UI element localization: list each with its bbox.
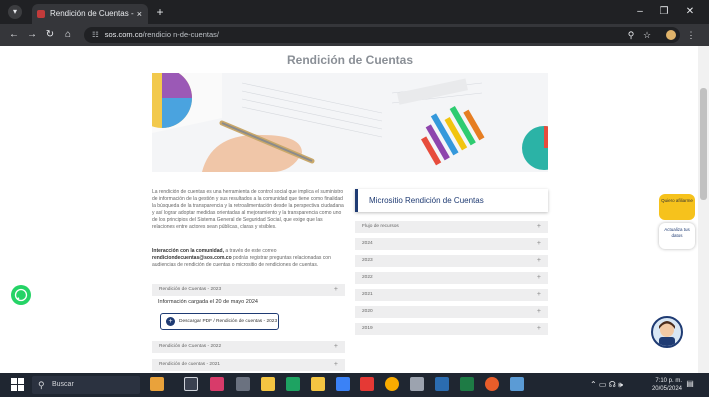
- accordion-label: 2022: [362, 275, 373, 280]
- taskbar-search[interactable]: ⚲ Buscar: [32, 376, 140, 394]
- accordion-label: 2023: [362, 258, 373, 263]
- accordion-label: Rendición de Cuentas - 2023: [159, 287, 222, 292]
- accordion-label: 2020: [362, 309, 373, 314]
- new-tab-button[interactable]: +: [152, 4, 168, 20]
- maximize-button[interactable]: ❐: [654, 4, 674, 20]
- address-bar[interactable]: ☷ sos.com.co/rendicio n-de-cuentas/: [84, 27, 680, 43]
- expand-plus-icon: +: [536, 257, 541, 264]
- taskbar-word-icon[interactable]: [435, 377, 449, 391]
- taskbar-app-icon[interactable]: [510, 377, 524, 391]
- chatbot-avatar[interactable]: [651, 316, 683, 348]
- accordion-rendicion-2023[interactable]: Rendición de Cuentas - 2023 +: [152, 284, 345, 296]
- favicon-icon: [37, 10, 45, 18]
- more-menu-icon[interactable]: ⋮: [684, 27, 698, 43]
- taskbar-excel-icon[interactable]: [460, 377, 474, 391]
- taskbar-chrome-icon[interactable]: [385, 377, 399, 391]
- accordion-label: Flujo de recursos: [362, 224, 399, 229]
- taskbar-task-view-icon[interactable]: [184, 377, 198, 391]
- expand-plus-icon: +: [536, 223, 541, 230]
- windows-logo-icon: [11, 378, 24, 391]
- notifications-icon[interactable]: ▤: [683, 377, 697, 391]
- taskbar-file-explorer-icon[interactable]: [261, 377, 275, 391]
- taskbar-app-icon[interactable]: [485, 377, 499, 391]
- accordion-label: Rendición de Cuentas - 2022: [159, 344, 222, 349]
- accordion-2024[interactable]: 2024 +: [355, 238, 548, 250]
- interaction-heading: Interacción con la comunidad,: [152, 248, 224, 254]
- forward-icon[interactable]: →: [24, 27, 40, 43]
- scrollbar-thumb[interactable]: [700, 88, 707, 200]
- interaction-text: a través de este correo: [223, 248, 277, 254]
- expand-plus-icon: +: [536, 240, 541, 247]
- expand-plus-icon: +: [333, 286, 338, 293]
- contact-email-link[interactable]: rendiciondecuentas@sos.com.co: [152, 255, 232, 261]
- taskbar-app-icon[interactable]: [210, 377, 224, 391]
- taskbar-app-widgets-icon[interactable]: [150, 377, 164, 391]
- accordion-label: Rendición de cuentas - 2021: [159, 362, 221, 367]
- interaction-paragraph: Interacción con la comunidad, a través d…: [152, 248, 344, 269]
- hero-image: [152, 73, 548, 172]
- accordion-rendicion-2021[interactable]: Rendición de cuentas - 2021 +: [152, 359, 345, 371]
- search-icon: ⚲: [38, 380, 45, 390]
- accordion-2020[interactable]: 2020 +: [355, 306, 548, 318]
- download-plus-icon: +: [166, 317, 175, 326]
- system-tray[interactable]: ⌃ ▭ ☊ 🕪 7:10 p. m. 20/05/2024: [590, 377, 682, 393]
- expand-plus-icon: +: [536, 325, 541, 332]
- expand-plus-icon: +: [536, 291, 541, 298]
- taskbar-app-icon[interactable]: [311, 377, 325, 391]
- taskbar-app-icon[interactable]: [410, 377, 424, 391]
- expand-plus-icon: +: [333, 343, 338, 350]
- tab-search-icon[interactable]: ▾: [8, 5, 22, 19]
- taskbar-app-icon[interactable]: [236, 377, 250, 391]
- zoom-icon[interactable]: ⚲: [624, 27, 638, 43]
- accordion-2023[interactable]: 2023 +: [355, 255, 548, 267]
- expand-plus-icon: +: [536, 308, 541, 315]
- tray-icons[interactable]: ⌃ ▭ ☊ 🕪: [590, 377, 623, 393]
- accordion-label: 2021: [362, 292, 373, 297]
- close-window-button[interactable]: ✕: [680, 4, 700, 20]
- actualiza-datos-tab[interactable]: Actualiza tus datos: [659, 223, 695, 249]
- minimize-button[interactable]: –: [630, 4, 650, 20]
- taskbar-app-icon[interactable]: [286, 377, 300, 391]
- assistant-avatar-icon: [659, 321, 675, 346]
- download-label: Descargar PDF / Rendición de cuentas - 2…: [179, 319, 278, 324]
- tab-close-icon[interactable]: ×: [137, 4, 142, 24]
- accordion-2021[interactable]: 2021 +: [355, 289, 548, 301]
- accordion-flujo-recursos[interactable]: Flujo de recursos +: [355, 221, 548, 233]
- download-pdf-button[interactable]: + Descargar PDF / Rendición de cuentas -…: [160, 313, 279, 330]
- home-icon[interactable]: ⌂: [60, 27, 76, 43]
- taskbar-search-placeholder: Buscar: [52, 381, 74, 388]
- taskbar-app-icon[interactable]: [336, 377, 350, 391]
- taskbar-acrobat-icon[interactable]: [360, 377, 374, 391]
- site-info-icon[interactable]: ☷: [92, 30, 99, 39]
- accordion-2019[interactable]: 2019 +: [355, 323, 548, 335]
- back-icon[interactable]: ←: [6, 27, 22, 43]
- windows-start-icon[interactable]: [11, 378, 25, 392]
- profile-avatar[interactable]: [666, 30, 676, 40]
- accordion-rendicion-2022[interactable]: Rendición de Cuentas - 2022 +: [152, 341, 345, 353]
- whatsapp-button[interactable]: [11, 285, 31, 305]
- intro-paragraph: La rendición de cuentas es una herramien…: [152, 189, 344, 230]
- accordion-label: 2024: [362, 241, 373, 246]
- expand-plus-icon: +: [536, 274, 541, 281]
- quiero-afiliarme-tab[interactable]: Quiero afiliarme: [659, 194, 695, 220]
- accordion-2022[interactable]: 2022 +: [355, 272, 548, 284]
- page-title: Rendición de Cuentas: [286, 53, 414, 67]
- upload-date-note: Información cargada el 20 de mayo 2024: [158, 299, 258, 305]
- url-path: /rendicio n-de-cuentas/: [142, 30, 219, 39]
- hero-illustration: [152, 73, 548, 172]
- browser-tab[interactable]: Rendición de Cuentas - S.O.S ×: [32, 4, 148, 38]
- whatsapp-icon: [14, 288, 28, 302]
- url-domain: sos.com.co: [104, 30, 143, 39]
- accordion-label: 2019: [362, 326, 373, 331]
- bookmark-star-icon[interactable]: ☆: [640, 27, 654, 43]
- expand-plus-icon: +: [333, 361, 338, 368]
- microsite-heading: Micrositio Rendición de Cuentas: [355, 189, 548, 212]
- reload-icon[interactable]: ↻: [42, 27, 58, 43]
